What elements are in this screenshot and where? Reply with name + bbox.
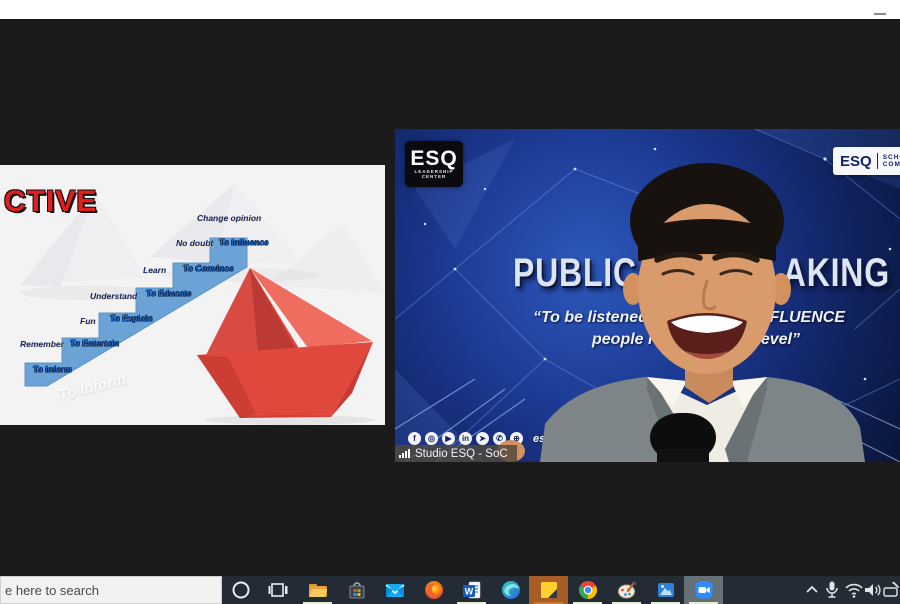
windows-taskbar: e here to search xyxy=(0,576,900,604)
tray-volume[interactable] xyxy=(862,579,882,601)
file-explorer-icon xyxy=(306,578,330,602)
taskbar-item-paint[interactable] xyxy=(607,576,646,604)
taskbar-item-file-explorer[interactable] xyxy=(298,576,337,604)
taskbar-item-word[interactable]: W xyxy=(452,576,491,604)
tray-microphone[interactable] xyxy=(822,579,842,601)
taskbar-item-task-view[interactable] xyxy=(259,576,298,604)
word-icon: W xyxy=(460,578,484,602)
task-view-icon xyxy=(268,579,290,601)
edge-icon xyxy=(499,578,523,602)
taskbar-item-sticky-notes-active[interactable] xyxy=(529,576,568,604)
svg-text:W: W xyxy=(464,587,473,597)
cortana-icon xyxy=(230,579,252,601)
taskbar-item-cortana[interactable] xyxy=(221,576,260,604)
search-text: e here to search xyxy=(5,583,99,598)
speaker-video-tile[interactable]: PUBLIC AKING “To be listened o INFLUENCE… xyxy=(395,129,900,462)
slide-title-objective: CTIVE xyxy=(4,185,97,219)
participant-name-badge: Studio ESQ - SoC xyxy=(395,445,517,462)
search-input[interactable]: e here to search xyxy=(0,576,222,604)
tray-pen-tablet[interactable] xyxy=(881,579,900,601)
desktop-screen: CTIVE To Inform To Entertain To Explain … xyxy=(0,0,900,604)
taskbar-item-edge[interactable] xyxy=(491,576,530,604)
outcome-learn: Learn xyxy=(143,265,166,275)
outcome-change-opinion: Change opinion xyxy=(197,213,261,223)
microsoft-store-icon xyxy=(345,578,369,602)
tray-hidden-icons-chevron[interactable] xyxy=(802,579,822,601)
speaker-icon xyxy=(862,580,882,600)
step-to-inform: To Inform xyxy=(33,364,72,374)
step-to-explain: To Explain xyxy=(110,313,152,323)
step-to-entertain: To Entertain xyxy=(70,338,119,348)
taskbar-item-zoom-active[interactable] xyxy=(684,576,723,604)
sticky-notes-icon xyxy=(537,578,561,602)
taskbar-item-firefox[interactable] xyxy=(414,576,453,604)
tray-wifi[interactable] xyxy=(843,579,863,601)
chevron-up-icon xyxy=(803,581,821,599)
firefox-icon xyxy=(422,578,446,602)
step-to-convince: To Convince xyxy=(183,263,233,273)
speaker-person xyxy=(395,129,900,462)
chrome-icon xyxy=(576,578,600,602)
outcome-remember: Remember xyxy=(20,339,64,349)
zoom-icon xyxy=(692,578,716,602)
participant-name: Studio ESQ - SoC xyxy=(415,448,508,460)
outcome-no-doubt: No doubt xyxy=(176,238,213,248)
photos-icon xyxy=(654,578,678,602)
taskbar-item-mail[interactable] xyxy=(375,576,414,604)
pen-tablet-icon xyxy=(881,580,900,600)
mail-icon xyxy=(383,578,407,602)
paint-icon xyxy=(615,578,639,602)
outcome-understand: Understand xyxy=(90,291,137,301)
window-titlebar xyxy=(0,0,900,19)
taskbar-item-chrome[interactable] xyxy=(568,576,607,604)
microphone-icon xyxy=(822,579,842,601)
taskbar-item-microsoft-store[interactable] xyxy=(337,576,376,604)
shared-slide-video-tile[interactable]: CTIVE To Inform To Entertain To Explain … xyxy=(0,165,385,425)
signal-bars-icon xyxy=(399,449,410,458)
step-to-influence: To Influence xyxy=(219,237,268,247)
minimize-icon[interactable] xyxy=(874,13,886,15)
outcome-fun: Fun xyxy=(80,316,96,326)
taskbar-item-photos[interactable] xyxy=(646,576,685,604)
step-to-educate: To Educate xyxy=(146,288,191,298)
wifi-icon xyxy=(843,580,863,600)
